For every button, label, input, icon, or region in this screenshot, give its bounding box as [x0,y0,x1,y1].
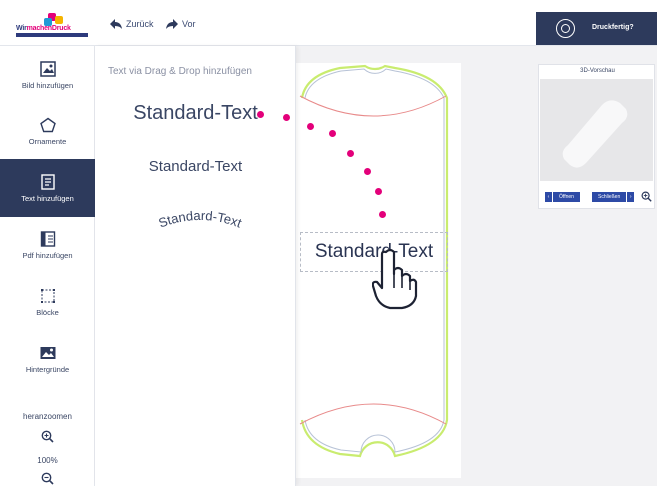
text-sample-curved[interactable]: Standard-Text [145,200,255,240]
text-sample-large[interactable]: Standard-Text [95,102,296,125]
preview-title: 3D-Vorschau [580,68,615,74]
drag-path-dot [364,168,371,175]
open-preview-button[interactable]: ‹ Öffnen [545,192,580,202]
text-sample-curved-label: Standard-Text [156,208,244,231]
preview-card: 3D-Vorschau [538,64,655,209]
drag-path-dot [329,130,336,137]
preview-zoom-icon[interactable] [641,191,652,202]
hand-cursor-icon [372,248,418,310]
svg-text:Standard-Text: Standard-Text [156,208,244,231]
drag-path-dot [257,111,264,118]
drag-path-dot [283,114,290,121]
drag-path-dot [379,211,386,218]
drag-path-dot [375,188,382,195]
drag-path-dot [347,150,354,157]
text-sample-medium[interactable]: Standard-Text [95,158,296,175]
drag-path-dot [307,123,314,130]
panel-title: Text via Drag & Drop hinzufügen [108,66,252,77]
preview-3d-image [540,79,653,181]
add-text-panel: Text via Drag & Drop hinzufügen Standard… [95,46,296,486]
close-preview-button[interactable]: Schließen › [592,192,635,202]
